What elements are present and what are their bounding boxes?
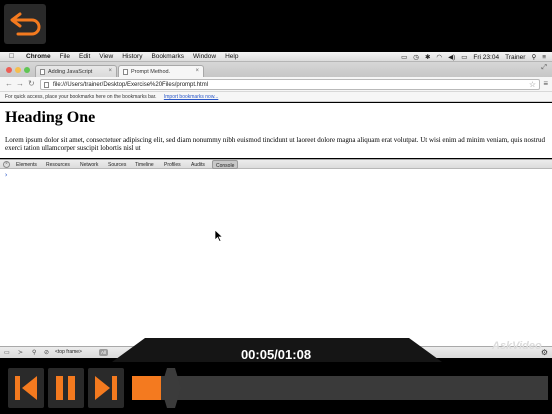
tab-sources[interactable]: Sources [108, 162, 126, 168]
battery-icon[interactable]: ▭ [461, 53, 467, 61]
seek-progress [132, 376, 161, 400]
apple-icon[interactable]:  [9, 53, 17, 60]
forward-nav-icon[interactable]: → [16, 79, 24, 88]
skip-previous-icon [15, 376, 37, 400]
dock-icon[interactable]: ▭ [4, 349, 10, 356]
back-nav-icon[interactable]: ← [5, 79, 13, 88]
browser-toolbar: ← → ↻ file:///Users/trainer/Desktop/Exer… [0, 77, 552, 92]
tab-elements[interactable]: Elements [16, 162, 37, 168]
window-close-button[interactable] [6, 67, 12, 73]
player-top-bar [0, 0, 552, 52]
page-icon [123, 69, 128, 75]
tab-close-icon[interactable]: × [108, 68, 112, 74]
devtools-tab-bar: × Elements Resources Network Sources Tim… [0, 159, 552, 169]
import-bookmarks-link[interactable]: Import bookmarks now... [164, 94, 218, 100]
search-icon[interactable]: ⚲ [32, 349, 36, 356]
previous-button[interactable] [8, 368, 44, 408]
console-prompt[interactable]: › [4, 171, 8, 179]
playback-time: 00:05/01:08 [240, 347, 312, 362]
window-zoom-button[interactable] [24, 67, 30, 73]
menu-view[interactable]: View [99, 53, 113, 60]
next-button[interactable] [88, 368, 124, 408]
player-controls [0, 362, 552, 414]
back-arrow-icon [10, 12, 41, 36]
tab-audits[interactable]: Audits [191, 162, 205, 168]
page-content: Heading One Lorem ipsum dolor sit amet, … [0, 103, 552, 158]
menu-edit[interactable]: Edit [79, 53, 90, 60]
menu-file[interactable]: File [60, 53, 70, 60]
browser-tab-strip: Adding JavaScript × Prompt Method. × ⤢ [0, 62, 552, 77]
menu-window[interactable]: Window [193, 53, 216, 60]
clear-console-icon[interactable]: ⊘ [44, 349, 49, 356]
tab-profiles[interactable]: Profiles [164, 162, 181, 168]
page-paragraph: Lorem ipsum dolor sit amet, consectetuer… [5, 136, 546, 152]
menu-bookmarks[interactable]: Bookmarks [151, 53, 184, 60]
address-url: file:///Users/trainer/Desktop/Exercise%2… [53, 82, 209, 88]
spotlight-icon[interactable]: ⚲ [531, 53, 536, 61]
fullscreen-icon[interactable]: ⤢ [541, 64, 547, 72]
pause-button[interactable] [48, 368, 84, 408]
filter-all-button[interactable]: All [99, 349, 109, 356]
mac-menubar:  Chrome File Edit View History Bookmark… [0, 52, 552, 62]
tab-console[interactable]: Console [212, 160, 239, 169]
menu-app-name[interactable]: Chrome [26, 53, 51, 60]
tab-label: Adding JavaScript [48, 69, 93, 75]
menubar-user[interactable]: Trainer [505, 54, 525, 61]
mouse-cursor-icon [215, 230, 223, 242]
chrome-menu-icon[interactable]: ≡ [543, 79, 548, 88]
frame-select[interactable]: <top frame> [55, 349, 82, 355]
seek-bar[interactable] [132, 376, 548, 400]
volume-icon[interactable]: ◀) [448, 53, 455, 61]
tab-adding-javascript[interactable]: Adding JavaScript × [35, 65, 117, 77]
tab-close-icon[interactable]: × [195, 68, 199, 74]
menubar-status-area: ▭ ◷ ✱ ◠ ◀) ▭ Fri 23:04 Trainer ⚲ ≡ [401, 52, 546, 62]
bluetooth-icon[interactable]: ✱ [425, 53, 430, 61]
tab-label: Prompt Method. [131, 69, 171, 75]
page-icon [40, 69, 45, 75]
window-minimize-button[interactable] [15, 67, 21, 73]
brand-logo: AskVideo [492, 340, 542, 352]
bookmarks-hint: For quick access, place your bookmarks h… [5, 94, 157, 100]
bookmark-star-icon[interactable]: ☆ [529, 80, 536, 89]
tab-prompt-method[interactable]: Prompt Method. × [118, 65, 204, 77]
back-button[interactable] [4, 4, 46, 44]
screen-icon[interactable]: ▭ [401, 53, 407, 61]
console-panel[interactable]: › [0, 169, 552, 346]
bookmarks-bar: For quick access, place your bookmarks h… [0, 92, 552, 102]
page-heading: Heading One [5, 109, 96, 126]
seek-handle[interactable] [161, 368, 181, 408]
tab-network[interactable]: Network [80, 162, 98, 168]
menubar-clock[interactable]: Fri 23:04 [473, 54, 499, 61]
devtools-close-icon[interactable]: × [3, 161, 10, 168]
tab-timeline[interactable]: Timeline [135, 162, 154, 168]
notification-center-icon[interactable]: ≡ [542, 54, 546, 61]
wifi-icon[interactable]: ◠ [436, 53, 442, 61]
skip-next-icon [95, 376, 117, 400]
pause-icon [56, 376, 75, 400]
menu-help[interactable]: Help [225, 53, 238, 60]
page-icon [44, 82, 49, 88]
drawer-icon[interactable]: ≻ [18, 349, 23, 356]
menu-history[interactable]: History [122, 53, 142, 60]
time-machine-icon[interactable]: ◷ [413, 53, 419, 61]
reload-icon[interactable]: ↻ [28, 79, 35, 88]
tab-resources[interactable]: Resources [46, 162, 70, 168]
address-bar[interactable]: file:///Users/trainer/Desktop/Exercise%2… [40, 79, 540, 90]
